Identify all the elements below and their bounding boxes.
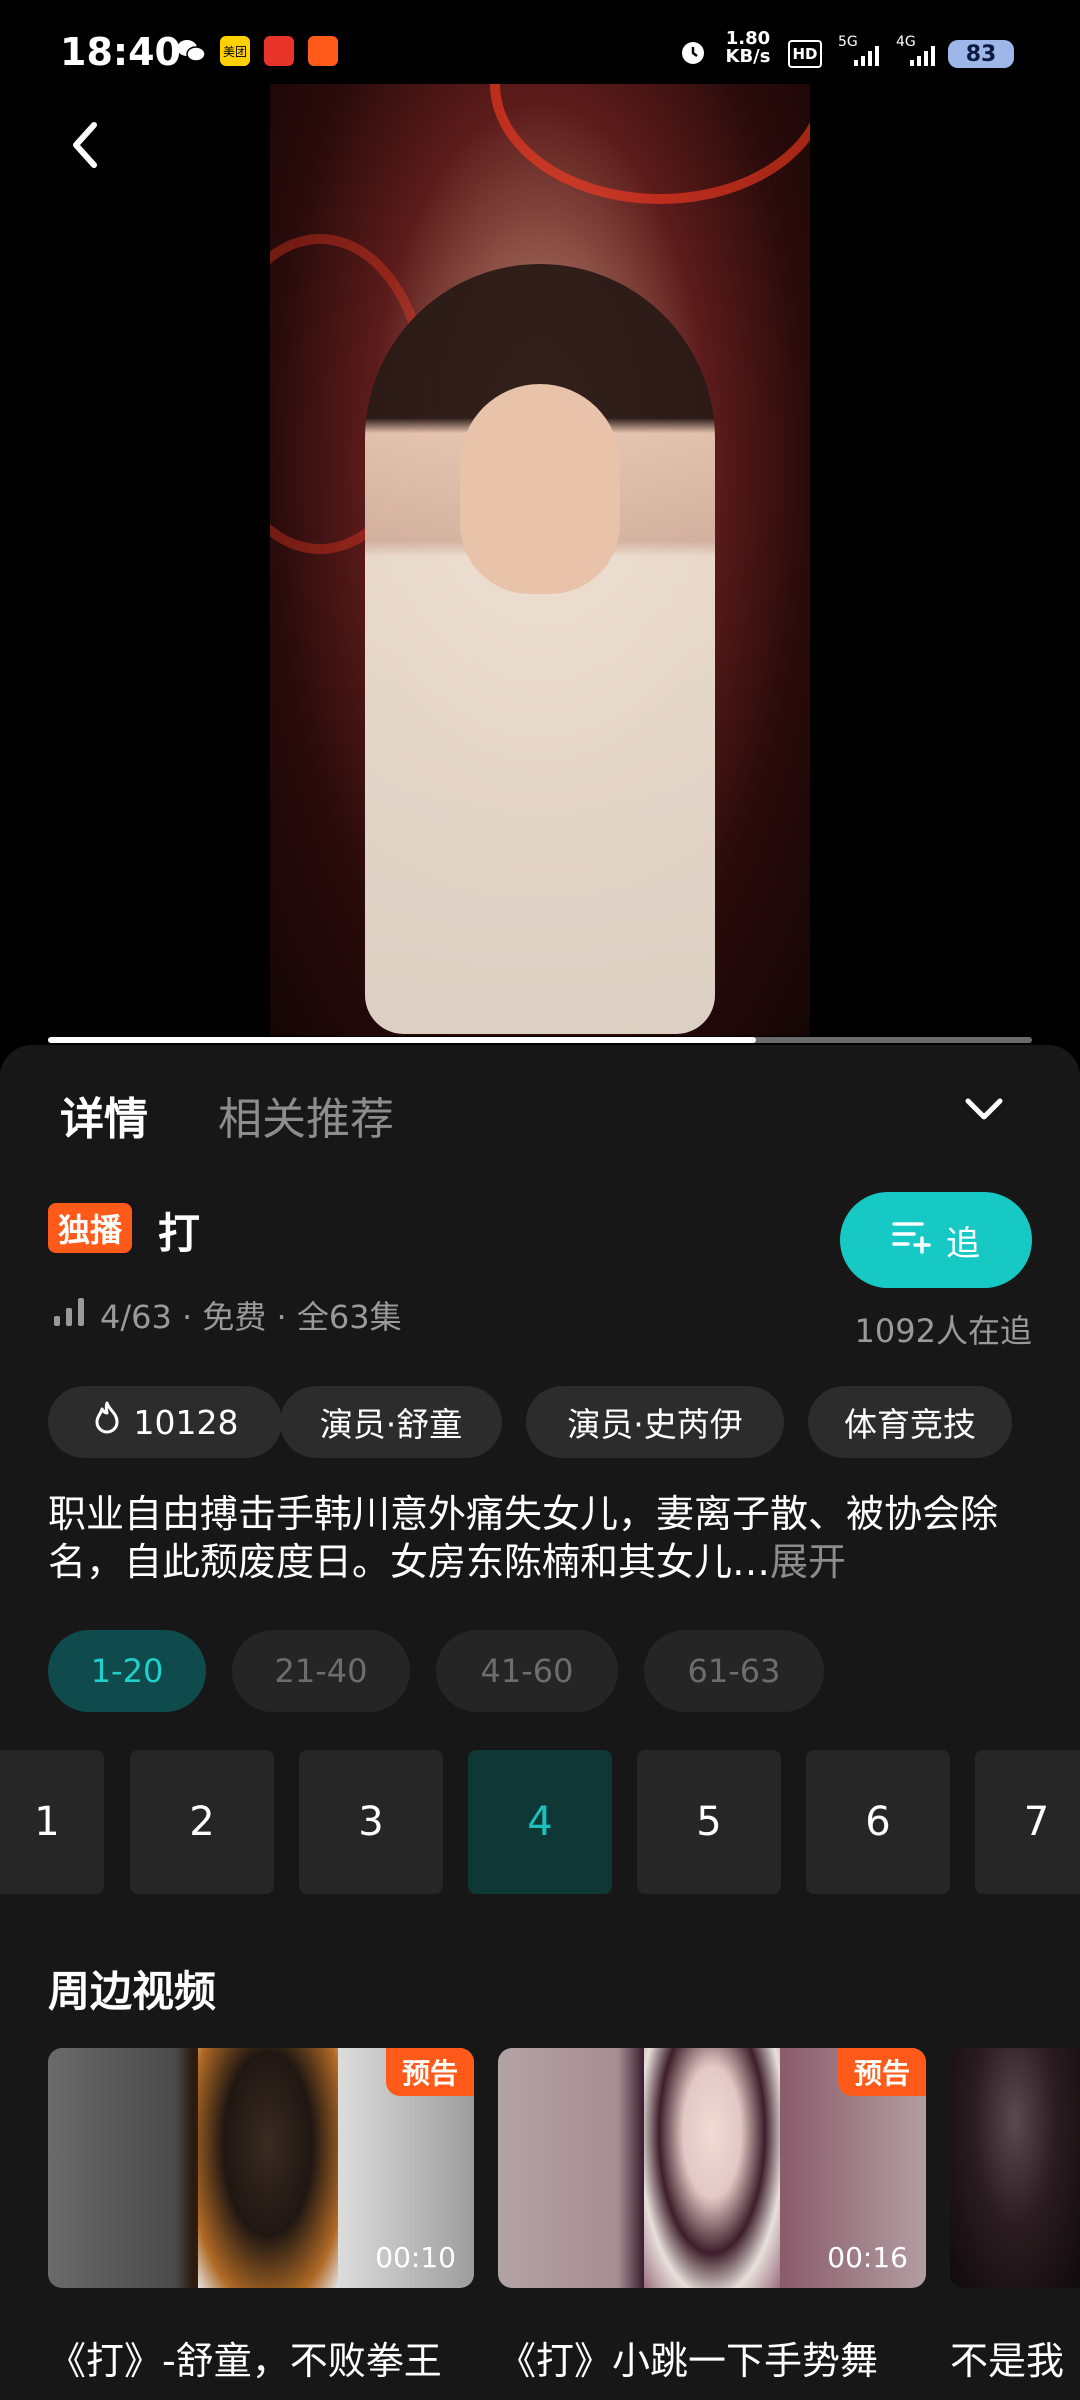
related-video-title-1[interactable]: 《打》-舒童，不败拳王 (48, 2330, 442, 2385)
video-duration: 00:10 (375, 2241, 456, 2274)
video-player[interactable] (270, 84, 810, 1036)
episode-range-41-60[interactable]: 41-60 (436, 1630, 618, 1712)
heat-value: 10128 (133, 1402, 239, 1442)
dancer-image (644, 2048, 780, 2288)
signal-icon (852, 44, 882, 70)
alarm-icon (680, 40, 706, 70)
meituan-icon: 美团 (220, 36, 250, 66)
status-time: 18:40 (60, 30, 181, 74)
episode-range-1-20[interactable]: 1-20 (48, 1630, 206, 1712)
heat-chip[interactable]: 10128 (48, 1386, 282, 1458)
back-button[interactable] (60, 115, 110, 175)
episode-4[interactable]: 4 (468, 1750, 612, 1894)
related-video-title-2[interactable]: 《打》小跳一下手势舞 (498, 2330, 878, 2385)
actor-chip-shiruiyi[interactable]: 演员·史芮伊 (526, 1386, 784, 1458)
episode-1[interactable]: 1 (0, 1750, 104, 1894)
show-description: 职业自由搏击手韩川意外痛失女儿，妻离子散、被协会除名，自此颓废度日。女房东陈楠和… (48, 1490, 1028, 1586)
add-to-list-icon (892, 1218, 932, 1263)
video-duration: 00:16 (827, 2241, 908, 2274)
signal-icon (908, 44, 938, 70)
actor-chip-shutong[interactable]: 演员·舒童 (280, 1386, 502, 1458)
wechat-icon (176, 36, 206, 66)
trailer-tag: 预告 (385, 2048, 474, 2096)
episode-2[interactable]: 2 (130, 1750, 274, 1894)
status-bar: 18:40 美团 1.80 KB/s HD 5G 4G 83 (0, 0, 1080, 84)
follow-button[interactable]: 追 (840, 1192, 1032, 1288)
playback-progress-fill (48, 1037, 757, 1043)
show-meta-text: 4/63 · 免费 · 全63集 (100, 1298, 402, 1336)
app-icon (308, 36, 338, 66)
episode-range-61-63[interactable]: 61-63 (644, 1630, 824, 1712)
description-text: 职业自由搏击手韩川意外痛失女儿，妻离子散、被协会除名，自此颓废度日。女房东陈楠和… (48, 1492, 999, 1584)
show-title: 打 (158, 1209, 201, 1258)
related-video-thumb-3[interactable] (950, 2048, 1080, 2288)
tab-related[interactable]: 相关推荐 (218, 1083, 394, 1147)
follower-count: 1092人在追 (854, 1312, 1032, 1350)
tab-details[interactable]: 详情 (60, 1083, 148, 1147)
genre-chip[interactable]: 体育竞技 (808, 1386, 1012, 1458)
episode-3[interactable]: 3 (299, 1750, 443, 1894)
net-speed: 1.80 KB/s (725, 28, 771, 67)
episode-7[interactable]: 7 (975, 1750, 1080, 1894)
chevron-down-icon[interactable] (962, 1093, 1006, 1123)
expand-link[interactable]: 展开 (770, 1540, 846, 1584)
flame-icon (92, 1400, 122, 1444)
related-video-thumb-1[interactable]: 预告 00:10 (48, 2048, 474, 2288)
show-meta: 4/63 · 免费 · 全63集 (52, 1292, 402, 1338)
trailer-tag: 预告 (837, 2048, 926, 2096)
related-video-title-3[interactable]: 不是我 (950, 2330, 1080, 2385)
hd-icon: HD (788, 40, 822, 68)
related-video-thumb-2[interactable]: 预告 00:16 (498, 2048, 926, 2288)
boxer-image (198, 2048, 338, 2288)
episode-5[interactable]: 5 (637, 1750, 781, 1894)
episode-range-21-40[interactable]: 21-40 (232, 1630, 410, 1712)
video-neon-light (490, 84, 810, 204)
exclusive-badge: 独播 (48, 1203, 133, 1253)
follow-label: 追 (946, 1223, 980, 1264)
episode-6[interactable]: 6 (806, 1750, 950, 1894)
video-face (460, 384, 620, 594)
popularity-bars-icon (52, 1294, 92, 1336)
video-person (365, 264, 715, 1034)
related-videos-title: 周边视频 (48, 1967, 217, 2016)
battery-indicator: 83 (948, 40, 1014, 68)
app-icon (264, 36, 294, 66)
